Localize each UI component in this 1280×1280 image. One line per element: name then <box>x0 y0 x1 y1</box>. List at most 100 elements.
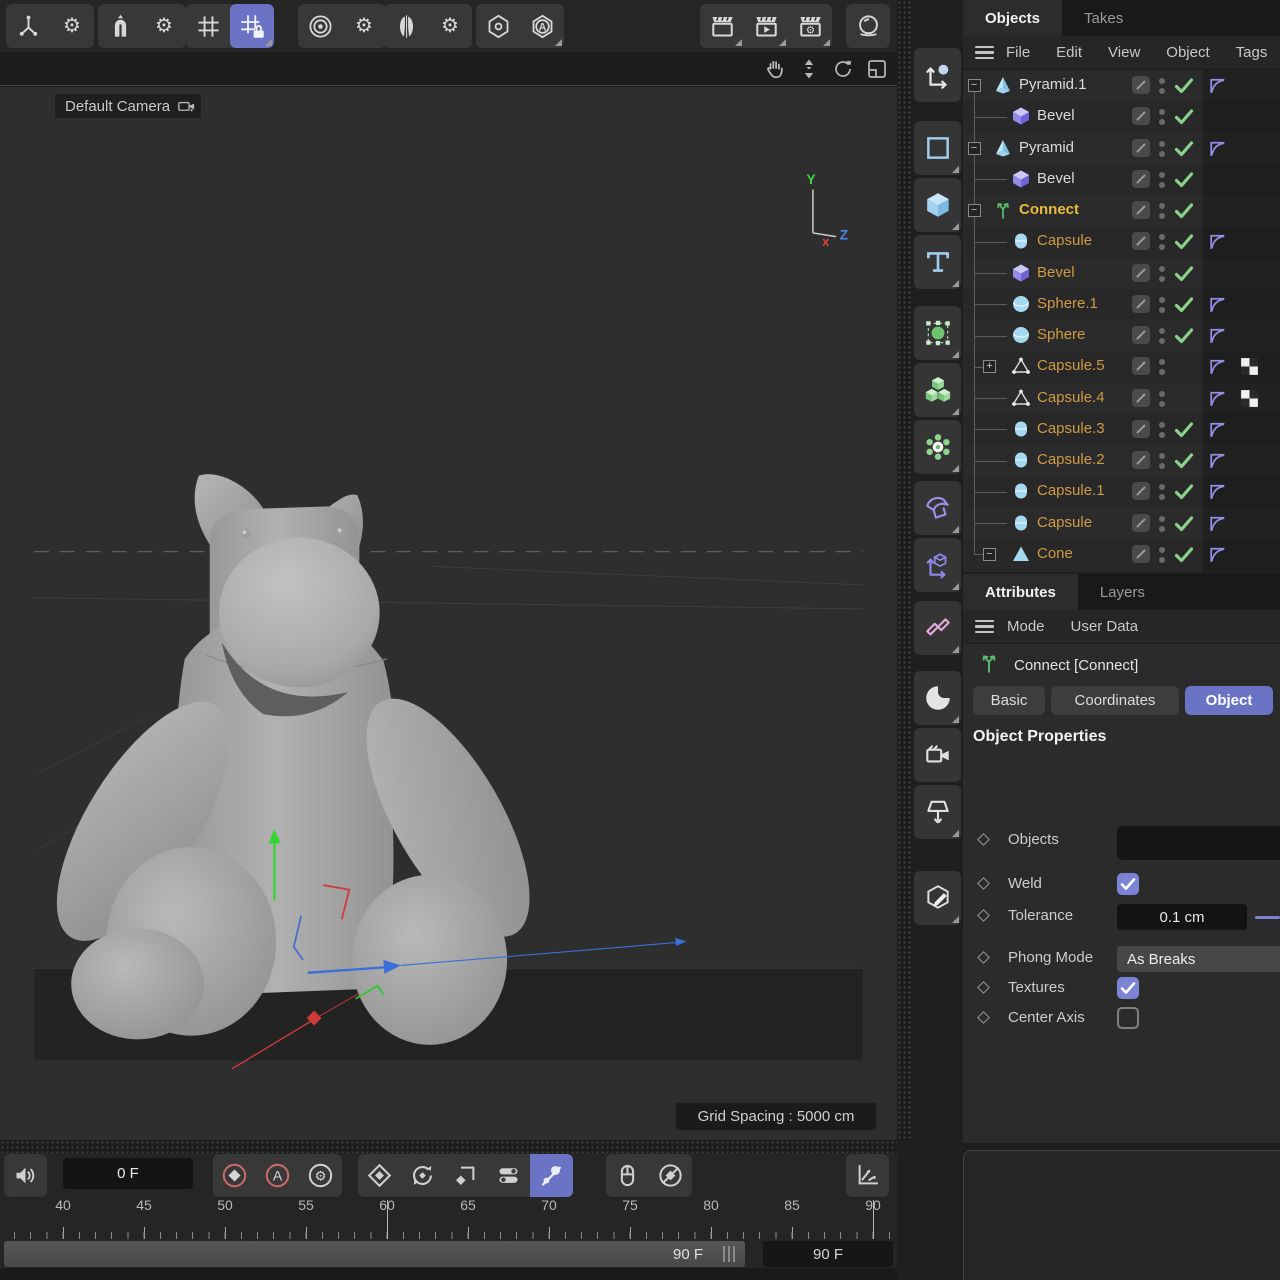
record-position-button[interactable] <box>358 1154 401 1197</box>
orbit-rotate-icon[interactable] <box>829 55 857 83</box>
keyframe-selection-button[interactable] <box>649 1154 692 1197</box>
object-name[interactable]: Bevel <box>1037 107 1075 124</box>
layer-toggle-icon[interactable] <box>1131 388 1151 408</box>
object-name[interactable]: Bevel <box>1037 264 1075 281</box>
material-edit-button[interactable] <box>914 871 961 925</box>
mirror-icon[interactable] <box>384 4 428 48</box>
visibility-dots-icon[interactable] <box>1156 480 1168 502</box>
visibility-dots-icon[interactable] <box>1156 543 1168 565</box>
visibility-dots-icon[interactable] <box>1156 168 1168 190</box>
phong-tag-icon[interactable] <box>1207 325 1228 346</box>
instance-axis-button[interactable] <box>914 538 961 592</box>
phong-tag-icon[interactable] <box>1207 231 1228 252</box>
settings-gear-icon[interactable]: ⚙ <box>142 4 186 48</box>
enabled-check-icon[interactable] <box>1173 170 1195 190</box>
object-name[interactable]: Bevel <box>1037 170 1075 187</box>
texture-tag-icon[interactable] <box>1239 388 1260 409</box>
axis-modifier-icon[interactable] <box>6 4 50 48</box>
render-view-icon[interactable] <box>700 4 744 48</box>
timeline-marker-60[interactable] <box>387 1200 388 1239</box>
capsule-object-icon[interactable] <box>1011 450 1031 470</box>
object-name[interactable]: Pyramid.1 <box>1019 76 1087 93</box>
object-name[interactable]: Capsule.2 <box>1037 451 1105 468</box>
record-scale-button[interactable] <box>444 1154 487 1197</box>
keyframe-diamond-icon[interactable] <box>977 833 990 846</box>
range-slider-grip[interactable] <box>723 1246 737 1262</box>
workplane-hex-icon[interactable] <box>476 4 520 48</box>
expand-toggle-minus[interactable]: − <box>968 79 981 92</box>
enabled-check-icon[interactable] <box>1173 545 1195 565</box>
enabled-check-icon[interactable] <box>1173 232 1195 252</box>
layer-toggle-icon[interactable] <box>1131 200 1151 220</box>
object-name[interactable]: Capsule.4 <box>1037 389 1105 406</box>
menu-file[interactable]: File <box>1006 44 1030 61</box>
object-row-capsule-4[interactable]: Capsule.4 <box>963 383 1280 414</box>
center-axis-checkbox[interactable] <box>1117 1007 1139 1029</box>
object-name[interactable]: Pyramid <box>1019 139 1074 156</box>
layer-toggle-icon[interactable] <box>1131 513 1151 533</box>
object-row-bevel[interactable]: Bevel <box>963 101 1280 132</box>
record-parameters-button[interactable] <box>487 1154 530 1197</box>
tab-attributes[interactable]: Attributes <box>963 574 1078 610</box>
polygon-object-icon[interactable] <box>1011 356 1031 376</box>
object-row-capsule-5[interactable]: +Capsule.5 <box>963 351 1280 382</box>
object-row-connect[interactable]: −Connect <box>963 195 1280 226</box>
menu-user-data[interactable]: User Data <box>1071 618 1139 635</box>
settings-gear-icon[interactable]: ⚙ <box>342 4 386 48</box>
text-spline-button[interactable] <box>914 235 961 289</box>
object-name[interactable]: Cone <box>1037 545 1073 562</box>
object-row-sphere[interactable]: Sphere <box>963 320 1280 351</box>
keyframe-diamond-icon[interactable] <box>977 909 990 922</box>
menu-view[interactable]: View <box>1108 44 1140 61</box>
connect-object-icon[interactable] <box>993 200 1013 220</box>
section-tab-object[interactable]: Object <box>1185 686 1273 715</box>
settings-gear-icon[interactable]: ⚙ <box>428 4 472 48</box>
visibility-dots-icon[interactable] <box>1156 293 1168 315</box>
autokey-button[interactable]: A <box>256 1154 299 1197</box>
settings-gear-icon[interactable]: ⚙ <box>50 4 94 48</box>
enabled-check-icon[interactable] <box>1173 451 1195 471</box>
layer-toggle-icon[interactable] <box>1131 356 1151 376</box>
bevel-object-icon[interactable] <box>1011 106 1031 126</box>
object-row-pyramid-1[interactable]: − Pyramid.1 <box>963 70 1280 101</box>
phong-tag-icon[interactable] <box>1207 419 1228 440</box>
layer-toggle-icon[interactable] <box>1131 325 1151 345</box>
enabled-check-icon[interactable] <box>1173 295 1195 315</box>
timeline-divider[interactable] <box>0 1140 897 1153</box>
expand-toggle-minus[interactable]: − <box>968 204 981 217</box>
material-ball-icon[interactable] <box>846 4 890 48</box>
enabled-check-icon[interactable] <box>1173 139 1195 159</box>
volume-cubes-button[interactable] <box>914 363 961 417</box>
layer-toggle-icon[interactable] <box>1131 106 1151 126</box>
layer-toggle-icon[interactable] <box>1131 481 1151 501</box>
cube-primitive-button[interactable] <box>914 178 961 232</box>
camera-button[interactable] <box>914 728 961 782</box>
object-row-pyramid[interactable]: −Pyramid <box>963 133 1280 164</box>
object-row-bevel[interactable]: Bevel <box>963 164 1280 195</box>
mouse-record-button[interactable] <box>606 1154 649 1197</box>
tolerance-slider[interactable] <box>1255 916 1280 919</box>
visibility-dots-icon[interactable] <box>1156 387 1168 409</box>
layer-toggle-icon[interactable] <box>1131 75 1151 95</box>
visibility-dots-icon[interactable] <box>1156 418 1168 440</box>
enabled-check-icon[interactable] <box>1173 420 1195 440</box>
enabled-check-icon[interactable] <box>1173 264 1195 284</box>
symmetry-button[interactable] <box>914 601 961 655</box>
keyframe-diamond-icon[interactable] <box>977 951 990 964</box>
capsule-object-icon[interactable] <box>1011 513 1031 533</box>
capsule-object-icon[interactable] <box>1011 481 1031 501</box>
visibility-dots-icon[interactable] <box>1156 262 1168 284</box>
panel-menu-icon[interactable] <box>975 617 995 637</box>
polygon-object-icon[interactable] <box>1011 388 1031 408</box>
current-frame-field[interactable]: 0 F <box>63 1158 193 1189</box>
expand-toggle-plus[interactable]: + <box>983 360 996 373</box>
layer-toggle-icon[interactable] <box>1131 169 1151 189</box>
tab-layers[interactable]: Layers <box>1078 574 1167 610</box>
texture-tag-icon[interactable] <box>1239 356 1260 377</box>
capsule-object-icon[interactable] <box>1011 419 1031 439</box>
record-rotation-button[interactable] <box>401 1154 444 1197</box>
phong-tag-icon[interactable] <box>1207 450 1228 471</box>
object-name[interactable]: Sphere.1 <box>1037 295 1098 312</box>
menu-edit[interactable]: Edit <box>1056 44 1082 61</box>
subdivision-surface-button[interactable] <box>914 306 961 360</box>
